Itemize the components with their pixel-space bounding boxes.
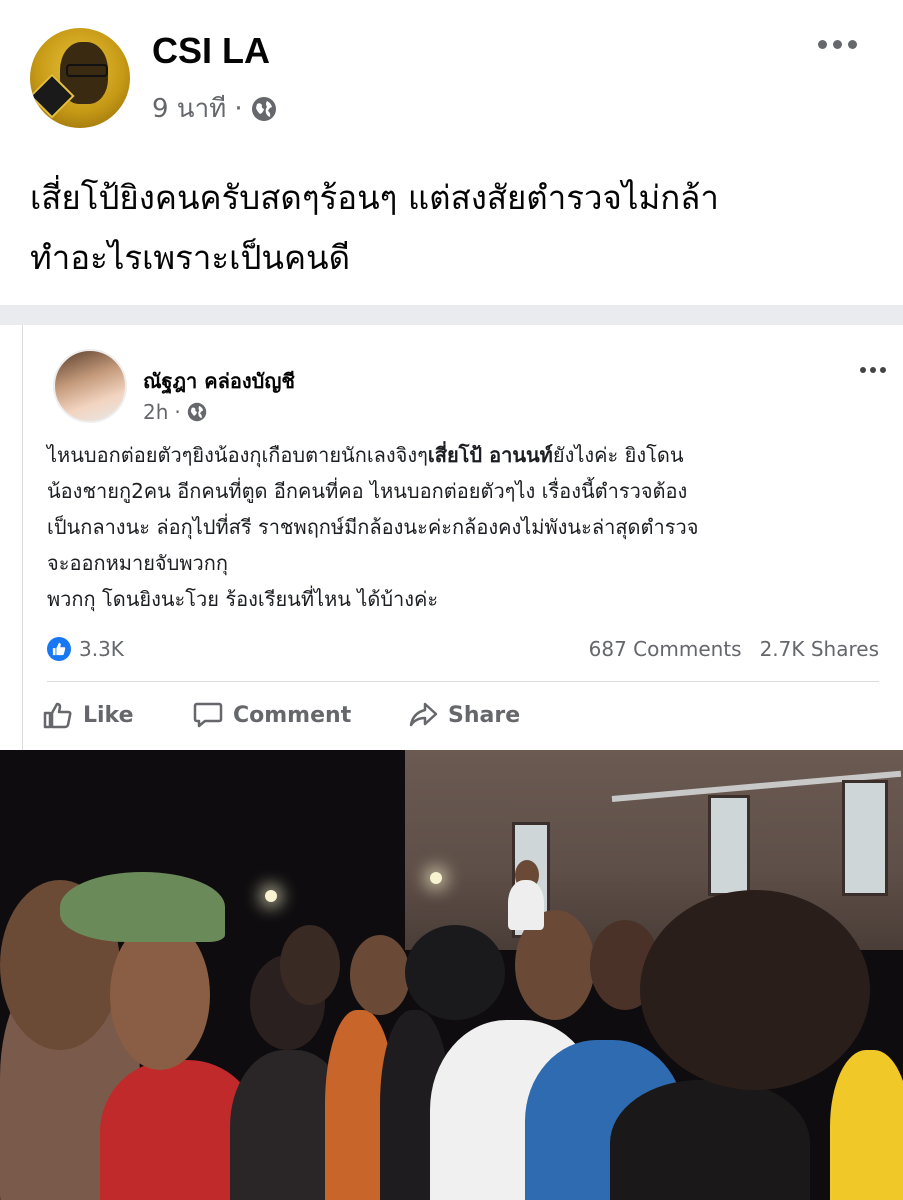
share-button[interactable]: Share bbox=[408, 695, 520, 735]
shared-author-avatar[interactable] bbox=[53, 349, 127, 423]
like-button[interactable]: Like bbox=[43, 695, 134, 735]
shared-post-text-line: น้องชายกู2คน อีกคนที่ตูด อีกคนที่คอ ไหนบ… bbox=[47, 479, 688, 503]
outer-more-options-button[interactable] bbox=[818, 40, 857, 49]
post-photo[interactable] bbox=[0, 750, 903, 1200]
meta-separator: · bbox=[174, 400, 181, 424]
outer-post: CSI LA 9 นาที · เสี่ยโป้ยิงคนครับสดๆร้อน… bbox=[0, 0, 903, 305]
shared-post-text-line: เป็นกลางนะ ล่อกุไปที่สรี ราชพฤกษ์มีกล้อง… bbox=[47, 515, 699, 539]
photo-cap bbox=[60, 872, 225, 942]
card-divider bbox=[47, 681, 879, 682]
action-bar: Like Comment Share bbox=[23, 695, 903, 735]
reaction-count[interactable]: 3.3K bbox=[79, 637, 124, 661]
photo-street-light bbox=[265, 890, 277, 902]
comment-button[interactable]: Comment bbox=[193, 695, 351, 735]
outer-author-name[interactable]: CSI LA bbox=[152, 30, 270, 72]
shared-more-options-button[interactable] bbox=[860, 367, 886, 373]
photo-person bbox=[610, 1080, 810, 1200]
outer-avatar[interactable] bbox=[30, 28, 130, 128]
dot-icon bbox=[870, 367, 876, 373]
outer-post-text: เสี่ยโป้ยิงคนครับสดๆร้อนๆ แต่สงสัยตำรวจไ… bbox=[30, 168, 880, 288]
comment-icon bbox=[193, 702, 223, 728]
outer-post-text-line: ทำอะไรเพราะเป็นคนดี bbox=[30, 238, 351, 277]
shared-author-name[interactable]: ณัฐฎา คล่องบัญชี bbox=[143, 365, 295, 397]
globe-icon bbox=[187, 402, 206, 422]
dot-icon bbox=[860, 367, 866, 373]
share-icon bbox=[409, 702, 438, 727]
like-label: Like bbox=[83, 702, 134, 728]
dot-icon bbox=[880, 367, 886, 373]
photo-helmet bbox=[405, 925, 505, 1020]
shared-post-text-line: พวกกุ โดนยิงนะโวย ร้องเรียนที่ไหน ได้บ้า… bbox=[47, 587, 439, 611]
shared-post-text: ไหนบอกต่อยตัวๆยิงน้องกุเกือบตายนักเลงจิง… bbox=[47, 437, 887, 617]
outer-post-text-line: เสี่ยโป้ยิงคนครับสดๆร้อนๆ แต่สงสัยตำรวจไ… bbox=[30, 178, 719, 217]
share-label: Share bbox=[448, 702, 521, 728]
globe-icon bbox=[251, 96, 276, 121]
stats-right: 687 Comments 2.7K Shares bbox=[589, 637, 879, 661]
text-segment: ไหนบอกต่อยตัวๆยิงน้องกุเกือบตายนักเลงจิง… bbox=[47, 443, 428, 467]
photo-window bbox=[708, 795, 750, 896]
photo-head bbox=[350, 935, 410, 1015]
shared-post-text-line: ไหนบอกต่อยตัวๆยิงน้องกุเกือบตายนักเลงจิง… bbox=[47, 437, 887, 473]
photo-head bbox=[280, 925, 340, 1005]
photo-person bbox=[508, 880, 544, 930]
dot-icon bbox=[818, 40, 827, 49]
shared-post-meta: 2h · bbox=[143, 400, 207, 424]
thumbs-up-icon bbox=[52, 642, 66, 656]
comments-count[interactable]: 687 Comments bbox=[589, 637, 742, 661]
shared-post-text-line: จะออกหมายจับพวกกุ bbox=[47, 551, 228, 575]
engagement-stats: 3.3K 687 Comments 2.7K Shares bbox=[47, 635, 879, 665]
outer-post-time[interactable]: 9 นาที bbox=[152, 88, 226, 129]
shares-count[interactable]: 2.7K Shares bbox=[760, 637, 879, 661]
dot-icon bbox=[833, 40, 842, 49]
photo-person bbox=[830, 1050, 903, 1200]
shared-post-time[interactable]: 2h bbox=[143, 400, 168, 424]
photo-window bbox=[842, 780, 888, 896]
shared-post-card: ณัฐฎา คล่องบัญชี 2h · ไหนบอกต่อยตัวๆยิงน… bbox=[22, 325, 903, 750]
meta-separator: · bbox=[234, 93, 243, 124]
section-divider bbox=[0, 305, 903, 325]
text-segment: ยังไงค่ะ ยิงโดน bbox=[552, 443, 684, 467]
bold-mention: เสี่ยโป้ อานนท์ bbox=[427, 443, 553, 467]
thumbs-up-outline-icon bbox=[43, 702, 72, 729]
dot-icon bbox=[848, 40, 857, 49]
photo-street-light bbox=[430, 872, 442, 884]
avatar-glasses bbox=[66, 64, 108, 77]
photo-head bbox=[110, 920, 210, 1070]
photo-head bbox=[640, 890, 870, 1090]
like-reaction-icon[interactable] bbox=[47, 637, 71, 661]
outer-post-meta: 9 นาที · bbox=[152, 88, 277, 129]
comment-label: Comment bbox=[233, 702, 352, 728]
